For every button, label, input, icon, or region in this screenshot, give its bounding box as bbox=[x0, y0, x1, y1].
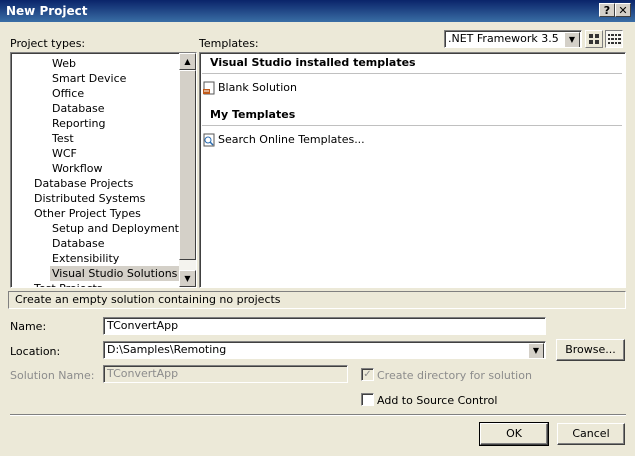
create-directory-checkbox[interactable]: ✓ bbox=[361, 368, 374, 381]
tree-item[interactable]: Office bbox=[52, 86, 84, 101]
close-icon: ✕ bbox=[618, 4, 628, 17]
scroll-down-button[interactable]: ▼ bbox=[179, 270, 196, 287]
title-bar: New Project ? ✕ bbox=[0, 0, 635, 22]
window-title: New Project bbox=[6, 4, 88, 18]
template-item[interactable]: Blank Solution bbox=[202, 80, 297, 96]
tree-item[interactable]: Distributed Systems bbox=[34, 191, 145, 206]
blank-solution-icon bbox=[202, 81, 216, 95]
installed-templates-header: Visual Studio installed templates bbox=[210, 56, 416, 69]
solution-name-label: Solution Name: bbox=[10, 369, 95, 382]
tree-item[interactable]: Visual Studio Solutions bbox=[50, 266, 180, 281]
large-icons-view-button[interactable] bbox=[585, 30, 603, 48]
small-icons-view-button[interactable] bbox=[605, 30, 623, 48]
tree-item[interactable]: Other Project Types bbox=[34, 206, 141, 221]
tree-item[interactable]: Database bbox=[52, 236, 105, 251]
cancel-button[interactable]: Cancel bbox=[557, 423, 625, 445]
chevron-down-icon[interactable]: ▼ bbox=[564, 32, 580, 47]
large-icons-icon bbox=[589, 34, 599, 44]
project-types-label: Project types: bbox=[10, 37, 86, 50]
template-item[interactable]: Search Online Templates... bbox=[202, 132, 365, 148]
close-button[interactable]: ✕ bbox=[615, 3, 631, 17]
divider bbox=[10, 414, 626, 416]
tree-scrollbar[interactable]: ▲ ▼ bbox=[179, 53, 196, 287]
tree-item[interactable]: Database bbox=[52, 101, 105, 116]
chevron-down-icon[interactable]: ▼ bbox=[528, 343, 544, 358]
small-icons-icon bbox=[608, 34, 621, 44]
templates-label: Templates: bbox=[199, 37, 259, 50]
source-control-label: Add to Source Control bbox=[377, 394, 498, 407]
tree-item[interactable]: Test Projects bbox=[34, 281, 103, 287]
tree-item[interactable]: Web bbox=[52, 56, 76, 71]
tree-item[interactable]: Reporting bbox=[52, 116, 105, 131]
header-divider bbox=[202, 125, 622, 126]
ok-button[interactable]: OK bbox=[479, 422, 549, 446]
scroll-up-button[interactable]: ▲ bbox=[179, 53, 196, 70]
project-types-tree[interactable]: Web Smart Device Office Database Reporting Te… bbox=[10, 52, 197, 288]
location-label: Location: bbox=[10, 345, 61, 358]
source-control-checkbox[interactable] bbox=[361, 393, 374, 406]
tree-item[interactable]: Smart Device bbox=[52, 71, 126, 86]
name-input[interactable]: TConvertApp bbox=[103, 317, 546, 335]
name-label: Name: bbox=[10, 320, 47, 333]
description-bar: Create an empty solution containing no p… bbox=[8, 291, 626, 309]
framework-select[interactable]: .NET Framework 3.5 ▼ bbox=[444, 30, 582, 48]
template-description: Create an empty solution containing no p… bbox=[15, 293, 281, 306]
location-combo[interactable]: D:\Samples\Remoting ▼ bbox=[103, 341, 546, 359]
my-templates-header: My Templates bbox=[210, 108, 296, 121]
tree-item[interactable]: WCF bbox=[52, 146, 77, 161]
framework-value: .NET Framework 3.5 bbox=[448, 32, 559, 45]
templates-list[interactable]: Visual Studio installed templates Blank … bbox=[199, 52, 626, 288]
search-online-icon bbox=[202, 133, 216, 147]
tree-item[interactable]: Workflow bbox=[52, 161, 103, 176]
scroll-thumb[interactable] bbox=[179, 70, 196, 260]
tree-item[interactable]: Extensibility bbox=[52, 251, 119, 266]
help-button[interactable]: ? bbox=[599, 3, 615, 17]
browse-button[interactable]: Browse... bbox=[556, 339, 625, 361]
tree-item[interactable]: Test bbox=[52, 131, 74, 146]
create-directory-label: Create directory for solution bbox=[377, 369, 532, 382]
solution-name-input[interactable]: TConvertApp bbox=[103, 365, 348, 383]
header-divider bbox=[202, 73, 622, 74]
tree-item[interactable]: Database Projects bbox=[34, 176, 133, 191]
tree-item[interactable]: Setup and Deployment bbox=[52, 221, 179, 236]
